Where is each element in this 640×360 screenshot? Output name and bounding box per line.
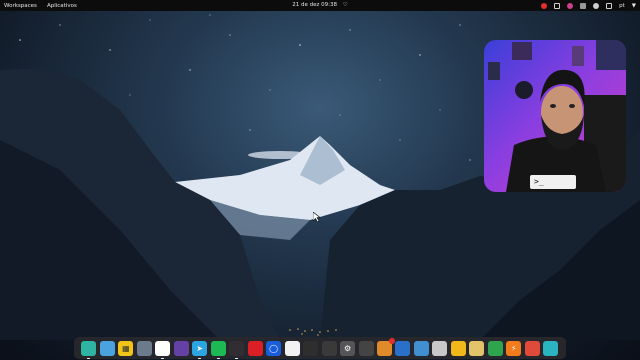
workspaces-button[interactable]: Workspaces — [4, 3, 37, 9]
terminal-icon[interactable] — [303, 340, 319, 356]
telegram-icon[interactable]: ➤ — [192, 340, 208, 359]
creative-cloud-icon[interactable] — [247, 340, 263, 356]
notification-badge — [388, 337, 395, 344]
app-store-icon[interactable] — [432, 340, 448, 356]
tray-color-icon[interactable] — [567, 2, 574, 9]
folder-icon[interactable] — [136, 340, 152, 356]
record-indicator-icon[interactable] — [541, 2, 548, 9]
top-bar-left: Workspaces Aplicativos — [0, 3, 77, 9]
remote-desktop-icon[interactable] — [543, 340, 559, 356]
network-icon[interactable] — [395, 340, 411, 356]
git-client-icon[interactable] — [487, 340, 503, 356]
settings-icon[interactable]: ⚙ — [340, 340, 356, 356]
system-tray: pt ▼ — [541, 0, 636, 11]
dock: ▦ ➤ ◯ ⚙ ⚡ — [74, 337, 566, 359]
applications-button[interactable]: Aplicativos — [47, 3, 77, 9]
obs-icon[interactable] — [229, 340, 245, 359]
photo-viewer-icon[interactable] — [413, 340, 429, 356]
clock[interactable]: 21 de dez 09:38 — [292, 2, 337, 8]
tray-settings-icon[interactable] — [580, 2, 587, 9]
chrome-icon[interactable] — [155, 340, 171, 359]
webcam-overlay: >_ — [484, 40, 626, 192]
clipboard-icon[interactable] — [606, 2, 613, 9]
spotify-icon[interactable] — [210, 340, 226, 359]
toolbox-icon[interactable] — [524, 340, 540, 356]
tray-app-icon[interactable] — [554, 2, 561, 9]
webcam-person — [488, 40, 626, 192]
bolt-app-icon[interactable]: ⚡ — [506, 340, 522, 356]
top-bar: Workspaces Aplicativos 21 de dez 09:38 ♡… — [0, 0, 640, 11]
tray-audio-icon[interactable] — [593, 2, 600, 9]
app-grid-icon[interactable]: ▦ — [118, 340, 134, 356]
archive-icon[interactable] — [469, 340, 485, 356]
shirt-text: >_ — [534, 177, 544, 186]
text-editor-icon[interactable] — [284, 340, 300, 356]
mouse-cursor-icon — [313, 212, 321, 222]
screenshot-tool-icon[interactable] — [99, 340, 115, 356]
notification-icon[interactable]: ♡ — [343, 2, 348, 8]
window-manager-icon[interactable] — [321, 340, 337, 356]
bitwarden-icon[interactable]: ◯ — [266, 340, 282, 356]
files-manager-icon[interactable] — [81, 340, 97, 359]
twitch-icon[interactable] — [173, 340, 189, 356]
screen-capture-icon[interactable] — [358, 340, 374, 356]
package-manager-icon[interactable] — [376, 337, 395, 356]
sunflower-icon[interactable] — [450, 340, 466, 356]
power-menu-icon[interactable]: ▼ — [632, 3, 636, 9]
keyboard-layout[interactable]: pt — [619, 3, 625, 9]
